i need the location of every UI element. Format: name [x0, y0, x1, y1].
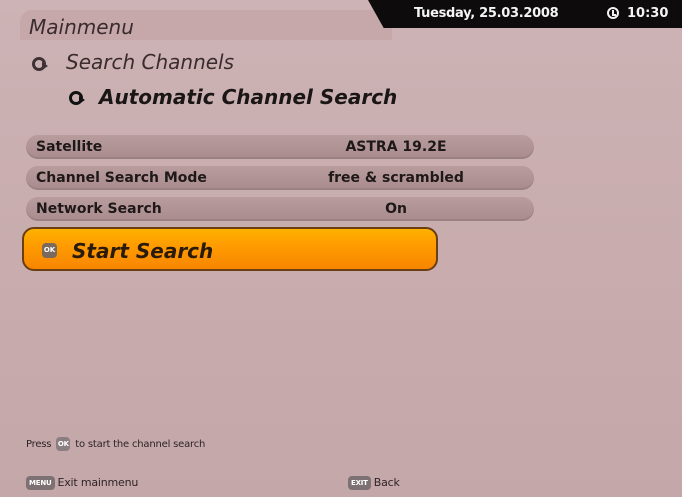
hint-suffix: to start the channel search [75, 439, 206, 450]
ok-key-icon: OK [42, 243, 57, 258]
exit-key-icon: EXIT [348, 476, 371, 490]
setting-label: Network Search [36, 201, 162, 217]
start-search-label: Start Search [72, 239, 214, 263]
current-time: 10:30 [627, 6, 669, 21]
setting-row-satellite[interactable]: Satellite ASTRA 19.2E [26, 135, 534, 159]
back-hint[interactable]: EXIT Back [348, 476, 400, 490]
submenu-arrow-icon [32, 57, 48, 71]
help-hint: Press OK to start the channel search [26, 437, 205, 451]
current-date: Tuesday, 25.03.2008 [414, 6, 559, 21]
exit-mainmenu-hint[interactable]: MENU Exit mainmenu [26, 476, 138, 490]
submenu-arrow-icon [69, 91, 85, 105]
setting-row-channel-search-mode[interactable]: Channel Search Mode free & scrambled [26, 166, 534, 190]
setting-label: Satellite [36, 139, 103, 155]
breadcrumb-automatic-channel-search: Automatic Channel Search [99, 85, 398, 109]
tv-menu-screen: Tuesday, 25.03.2008 10:30 Mainmenu Searc… [0, 0, 682, 497]
breadcrumb-search-channels[interactable]: Search Channels [66, 50, 234, 74]
setting-label: Channel Search Mode [36, 170, 207, 186]
setting-value: ASTRA 19.2E [345, 139, 447, 155]
back-label: Back [373, 476, 400, 489]
page-title: Mainmenu [29, 15, 134, 39]
setting-row-network-search[interactable]: Network Search On [26, 197, 534, 221]
clock-icon [607, 7, 619, 19]
exit-mainmenu-label: Exit mainmenu [57, 476, 139, 489]
menu-key-icon: MENU [26, 476, 55, 490]
hint-prefix: Press [26, 439, 52, 450]
ok-key-icon: OK [56, 437, 71, 451]
setting-value: free & scrambled [328, 170, 464, 186]
start-search-button[interactable]: OK Start Search [22, 227, 438, 271]
setting-value: On [385, 201, 407, 217]
